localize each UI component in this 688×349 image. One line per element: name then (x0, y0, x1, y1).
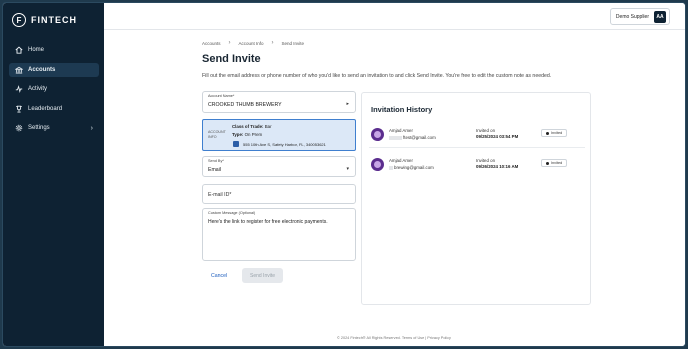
account-name-select[interactable]: Account Name* CROOKED THUMB BREWERY ▸ (202, 91, 356, 113)
send-by-value: Email (208, 167, 221, 173)
footer: © 2024 Fintech® All Rights Reserved. Ter… (337, 336, 451, 340)
account-name-label: Account Name* (208, 94, 235, 98)
app-name: FINTECH (31, 15, 77, 25)
sidebar-item-activity[interactable]: Activity (9, 82, 99, 96)
list-item: Amjad Amer brewing@gmail.com Invited on … (369, 154, 585, 178)
avatar (371, 128, 384, 141)
invitation-history-panel: Invitation History Amjad Amer ftest@gmai… (361, 92, 591, 305)
email-placeholder: E-mail ID* (208, 192, 232, 198)
user-avatar[interactable]: AA (654, 10, 666, 23)
invited-on-date: 09/25/2024 03:54 PM (476, 134, 519, 139)
invitation-history-title: Invitation History (371, 105, 433, 114)
supplier-label: Demo Supplier (615, 13, 649, 20)
page-title: Send Invite (202, 53, 261, 65)
send-by-label: Send By* (208, 159, 224, 163)
invited-on-label: Invited on (476, 128, 496, 133)
breadcrumb: Accounts › Account Info › Send Invite (202, 40, 304, 46)
supplier-switcher-button[interactable]: Demo Supplier AA (609, 8, 670, 25)
location-pin-icon (233, 141, 239, 147)
list-item: Amjad Amer ftest@gmail.com Invited on 09… (369, 124, 585, 148)
app-logo[interactable]: F FINTECH (12, 13, 77, 27)
send-by-select[interactable]: Send By* Email ▾ (202, 156, 356, 177)
breadcrumb-account-info[interactable]: Account Info (239, 41, 264, 46)
account-type: Type: On Prem (232, 132, 263, 137)
breadcrumb-separator: › (271, 40, 274, 46)
app-window: F FINTECH Home Accounts Activity Leaderb… (2, 2, 686, 347)
caret-right-icon: ▸ (346, 101, 349, 107)
cancel-button[interactable]: Cancel (211, 273, 227, 279)
activity-icon (14, 85, 23, 94)
breadcrumb-accounts[interactable]: Accounts (202, 41, 221, 46)
trophy-icon (14, 104, 23, 113)
bank-icon (14, 65, 23, 74)
sidebar-item-label: Leaderboard (28, 105, 63, 112)
logo-icon: F (12, 13, 26, 27)
chevron-right-icon: › (90, 124, 93, 132)
custom-message-textarea[interactable]: Custom Message (Optional) Here's the lin… (202, 208, 356, 261)
sidebar-item-label: Accounts (28, 66, 56, 73)
sidebar-item-label: Settings (28, 125, 50, 131)
sidebar-item-label: Home (28, 47, 45, 53)
page-description: Fill out the email address or phone numb… (202, 73, 552, 79)
gear-icon (14, 124, 23, 133)
sidebar-item-home[interactable]: Home (9, 43, 99, 57)
main-content: Accounts › Account Info › Send Invite Se… (104, 30, 685, 346)
sidebar-item-leaderboard[interactable]: Leaderboard (9, 102, 99, 116)
status-badge: Invited (541, 159, 568, 167)
breadcrumb-send-invite: Send Invite (281, 40, 305, 46)
top-bar: Demo Supplier AA (104, 3, 685, 30)
sidebar: F FINTECH Home Accounts Activity Leaderb… (3, 3, 104, 346)
account-info-label: ACCOUNT INFO (208, 130, 226, 139)
home-icon (14, 46, 23, 55)
account-name-value: CROOKED THUMB BREWERY (208, 102, 282, 108)
breadcrumb-separator: › (228, 40, 231, 46)
sidebar-item-settings[interactable]: Settings › (9, 121, 99, 135)
sidebar-item-label: Activity (28, 86, 48, 92)
account-address: 555 10th Ave S, Safety Harbor, FL, 34005… (243, 142, 326, 147)
sidebar-nav: Home Accounts Activity Leaderboard Setti… (9, 43, 99, 141)
invited-on-date: 09/26/2024 10:16 AM (476, 164, 519, 169)
avatar (371, 158, 384, 171)
invitee-email: brewing@gmail.com (389, 165, 434, 170)
status-badge: Invited (541, 129, 568, 137)
email-field[interactable]: E-mail ID* (202, 184, 356, 204)
caret-down-icon: ▾ (346, 166, 349, 172)
custom-message-label: Custom Message (Optional) (208, 211, 256, 215)
sidebar-item-accounts[interactable]: Accounts (9, 62, 99, 77)
send-invite-button[interactable]: Send Invite (242, 268, 283, 283)
invitee-email: ftest@gmail.com (389, 135, 436, 140)
class-of-trade: Class of Trade: Bar (232, 124, 272, 129)
invitee-name: Amjad Amer (389, 158, 413, 163)
custom-message-value: Here's the link to register for free ele… (208, 219, 328, 225)
invited-on-label: Invited on (476, 158, 496, 163)
account-info-card: ACCOUNT INFO Class of Trade: Bar Type: O… (202, 119, 356, 151)
invitee-name: Amjad Amer (389, 128, 413, 133)
